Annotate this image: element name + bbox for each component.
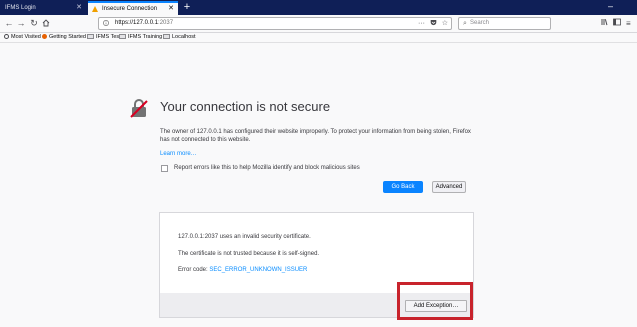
close-tab-icon[interactable]: ✕ <box>76 1 82 15</box>
search-bar[interactable]: ⌕ Search <box>458 17 551 30</box>
bookmark-label: Localhost <box>172 34 196 40</box>
close-tab-icon[interactable]: ✕ <box>168 3 174 15</box>
url-base: https://127.0.0.1 <box>115 20 159 26</box>
go-back-button[interactable]: Go Back <box>383 181 423 193</box>
home-icon[interactable] <box>41 17 51 30</box>
url-bar[interactable]: https://127.0.0.1:2037 ··· ☆ <box>98 17 452 30</box>
new-tab-icon[interactable]: + <box>181 1 193 14</box>
firefox-icon <box>42 34 47 39</box>
page-actions-icon[interactable]: ··· <box>418 18 425 29</box>
bookmark-localhost[interactable]: Localhost <box>163 33 196 42</box>
bookmark-label: Getting Started <box>49 34 86 40</box>
bookmark-getting-started[interactable]: Getting Started <box>42 33 86 42</box>
pocket-icon[interactable] <box>430 18 437 29</box>
self-signed-text: The certificate is not trusted because i… <box>178 251 320 257</box>
tab-insecure-connection[interactable]: Insecure Connection ✕ <box>88 1 178 15</box>
bookmark-most-visited[interactable]: Most Visited <box>4 33 41 42</box>
forward-icon[interactable]: → <box>16 17 26 30</box>
url-port: :2037 <box>158 20 174 26</box>
report-errors-label: Report errors like this to help Mozilla … <box>174 165 360 171</box>
folder-icon <box>163 34 170 39</box>
tab-strip: IFMS Login ✕ Insecure Connection ✕ + – <box>0 0 637 15</box>
tab-label: Insecure Connection <box>102 6 158 12</box>
tab-ifms-login[interactable]: IFMS Login ✕ <box>1 1 86 15</box>
error-code-line: Error code: SEC_ERROR_UNKNOWN_ISSUER <box>178 267 307 274</box>
gear-icon <box>4 34 9 39</box>
advanced-button[interactable]: Advanced <box>432 181 466 193</box>
error-code-link[interactable]: SEC_ERROR_UNKNOWN_ISSUER <box>209 267 307 273</box>
url-text: https://127.0.0.1:2037 <box>115 18 173 29</box>
reload-icon[interactable]: ↻ <box>29 17 39 30</box>
folder-icon <box>87 34 94 39</box>
invalid-cert-text: 127.0.0.1:2037 uses an invalid security … <box>178 234 311 240</box>
library-icon[interactable] <box>601 18 609 29</box>
tab-label: IFMS Login <box>5 5 36 11</box>
bookmark-star-icon[interactable]: ☆ <box>442 18 448 29</box>
error-code-prefix: Error code: <box>178 267 210 273</box>
menu-icon[interactable]: ≡ <box>626 18 631 29</box>
warning-icon <box>92 6 98 12</box>
error-description: The owner of 127.0.0.1 has configured th… <box>160 129 471 143</box>
bookmark-label: Most Visited <box>11 34 41 40</box>
minimize-icon[interactable]: – <box>608 1 613 11</box>
bookmark-ifms-training[interactable]: IFMS Training <box>119 33 162 42</box>
search-placeholder: Search <box>470 20 490 26</box>
bookmark-ifms-test[interactable]: IFMS Test <box>87 33 121 42</box>
page-title: Your connection is not secure <box>160 99 331 114</box>
sidebar-icon[interactable] <box>613 18 621 29</box>
bookmark-label: IFMS Training <box>128 34 163 40</box>
highlight-box <box>397 282 473 320</box>
report-errors-checkbox[interactable] <box>161 165 168 172</box>
bookmarks-bar: Most Visited Getting Started IFMS Test I… <box>0 33 637 43</box>
info-icon[interactable] <box>103 20 109 26</box>
learn-more-link[interactable]: Learn more… <box>160 151 197 158</box>
bookmark-label: IFMS Test <box>96 34 121 40</box>
search-icon: ⌕ <box>463 20 467 27</box>
navigation-bar: ← → ↻ https://127.0.0.1:2037 ··· ☆ ⌕ Sea… <box>0 15 637 33</box>
broken-lock-icon <box>130 99 148 118</box>
folder-icon <box>119 34 126 39</box>
back-icon[interactable]: ← <box>4 17 14 30</box>
